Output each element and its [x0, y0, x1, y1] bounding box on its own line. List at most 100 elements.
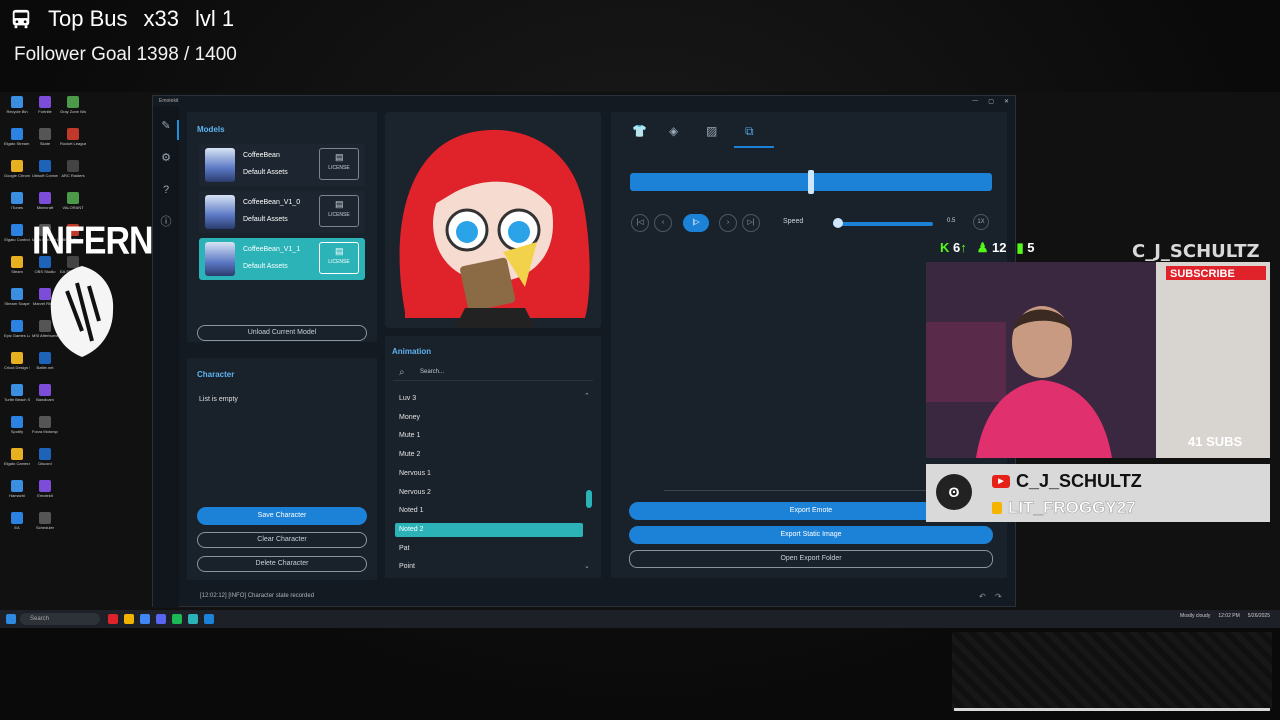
desktop-icon[interactable]	[60, 448, 86, 474]
animation-item[interactable]: Money	[395, 411, 583, 425]
scroll-down-icon[interactable]: ⌄	[584, 562, 590, 570]
animation-item[interactable]: Noted 1	[395, 504, 583, 518]
app-icon[interactable]	[108, 614, 118, 624]
skip-start-button[interactable]: |◁	[631, 214, 649, 232]
stream-frame: Top Bus x33 lvl 1 Follower Goal 1398 / 1…	[0, 0, 1280, 720]
desktop-icon[interactable]: Ubisoft Connect	[32, 160, 58, 186]
desktop-icon[interactable]	[60, 480, 86, 506]
open-export-folder-button[interactable]: Open Export Folder	[629, 550, 993, 568]
clock-time[interactable]: 12:02 PM	[1218, 613, 1239, 619]
desktop-icon[interactable]: VALORANT	[60, 192, 86, 218]
animation-title: Animation	[392, 347, 432, 356]
desktop-icon[interactable]: Epic Games Launcher	[4, 320, 30, 346]
unload-model-button[interactable]: Unload Current Model	[197, 325, 367, 341]
desktop-icon[interactable]: Discord	[32, 448, 58, 474]
edge-icon[interactable]	[204, 614, 214, 624]
desktop-icon[interactable]: Forza Motorsport	[32, 416, 58, 442]
chrome-icon[interactable]	[140, 614, 150, 624]
desktop-icon[interactable]: Minecraft	[32, 192, 58, 218]
desktop-icon[interactable]: Elgato Camera Hub	[4, 448, 30, 474]
desktop-icon[interactable]: EA	[4, 512, 30, 538]
model-card-coffeebean[interactable]: CoffeeBean Default Assets LICENSE	[199, 144, 365, 186]
animation-item[interactable]: Nervous 1	[395, 467, 583, 481]
search-input[interactable]: Search...	[420, 369, 444, 375]
gear-icon[interactable]: ⚙	[160, 152, 172, 164]
start-icon[interactable]	[6, 614, 16, 624]
animation-item[interactable]: Luv 3	[395, 392, 583, 406]
folder-icon[interactable]	[124, 614, 134, 624]
scroll-up-icon[interactable]: ⌃	[584, 392, 590, 400]
desktop-icon[interactable]: Emotekit	[32, 480, 58, 506]
desktop-icon[interactable]: Stream Scape	[4, 288, 30, 314]
next-frame-button[interactable]: ›	[719, 214, 737, 232]
animation-search[interactable]: ⌕ Search...	[393, 365, 593, 381]
desktop-icon-label: Discord	[38, 461, 52, 466]
desktop-icon[interactable]: Spotify	[4, 416, 30, 442]
hatch-icon[interactable]: ▨	[706, 124, 717, 138]
help-icon[interactable]: ?	[160, 184, 172, 196]
minimize-button[interactable]: —	[972, 98, 978, 105]
character-preview-image	[385, 112, 601, 328]
fill-icon[interactable]: ◈	[669, 124, 678, 138]
animation-item[interactable]: Nervous 2	[395, 486, 583, 500]
desktop-icon[interactable]: Bandicam	[32, 384, 58, 410]
edit-icon[interactable]: ✎	[160, 120, 172, 132]
taskbar-search[interactable]: Search	[20, 613, 100, 625]
desktop-icon[interactable]: Cricut Design Space	[4, 352, 30, 378]
model-card-coffeebean-v1-0[interactable]: CoffeeBean_V1_0 Default Assets LICENSE	[199, 191, 365, 233]
license-button[interactable]: LICENSE	[319, 148, 359, 180]
desktop-icon[interactable]: Elgato Control	[4, 224, 30, 250]
license-button[interactable]: LICENSE	[319, 242, 359, 274]
clear-character-button[interactable]: Clear Character	[197, 532, 367, 548]
desktop-icon[interactable]: Steam	[4, 256, 30, 282]
desktop-icon-label: Bandicam	[36, 397, 54, 402]
play-button[interactable]: |▷	[683, 214, 709, 232]
skip-end-button[interactable]: ▷|	[742, 214, 760, 232]
animation-item[interactable]: Noted 2	[395, 522, 583, 537]
prev-frame-button[interactable]: ‹	[654, 214, 672, 232]
desktop-icon[interactable]: Google Chrome	[4, 160, 30, 186]
desktop-icon[interactable]: iTunes	[4, 192, 30, 218]
desktop-icon[interactable]: Gray Zone Warfare	[60, 96, 86, 122]
desktop-icon[interactable]: Skate	[32, 128, 58, 154]
save-character-button[interactable]: Save Character	[197, 507, 367, 525]
info-icon[interactable]: ⓘ	[160, 216, 172, 228]
desktop-icon[interactable]: ARC Raiders	[60, 160, 86, 186]
desktop-icon[interactable]: Recycle Bin	[4, 96, 30, 122]
animation-item[interactable]: Pat	[395, 542, 583, 556]
emotekit-taskbar-icon[interactable]	[188, 614, 198, 624]
model-card-coffeebean-v1-1[interactable]: CoffeeBean_V1_1 Default Assets LICENSE	[199, 238, 365, 280]
undo-icon[interactable]: ↶	[979, 592, 986, 601]
app-icon	[39, 480, 51, 492]
animation-item[interactable]: Mute 2	[395, 448, 583, 462]
animation-item[interactable]: Mute 1	[395, 429, 583, 443]
spotify-icon[interactable]	[172, 614, 182, 624]
redo-icon[interactable]: ↷	[995, 592, 1002, 601]
speed-slider-knob[interactable]	[833, 218, 843, 228]
animation-scrollbar[interactable]	[586, 490, 592, 508]
speed-reset-button[interactable]: 1X	[973, 214, 989, 230]
close-button[interactable]: ✕	[1004, 98, 1009, 105]
desktop-icon[interactable]: Turtle Beach Swarm II	[4, 384, 30, 410]
maximize-button[interactable]: ▢	[988, 98, 994, 105]
desktop-icon[interactable]	[60, 512, 86, 538]
speed-slider[interactable]	[833, 222, 933, 226]
desktop-icon[interactable]: Hamachi	[4, 480, 30, 506]
timeline-knob[interactable]	[808, 170, 814, 194]
desktop-icon[interactable]: Elgato Stream Deck	[4, 128, 30, 154]
desktop-icon[interactable]: Scheduler	[32, 512, 58, 538]
layers-icon[interactable]: ⧉	[745, 124, 754, 139]
desktop-icon[interactable]: Rocket League	[60, 128, 86, 154]
desktop-icon[interactable]	[60, 416, 86, 442]
desktop-icon[interactable]: Fortnite	[32, 96, 58, 122]
top-bus-overlay: Top Bus x33 lvl 1	[10, 6, 234, 32]
shirt-icon[interactable]: 👕	[632, 124, 647, 138]
export-static-image-button[interactable]: Export Static Image	[629, 526, 993, 544]
license-button[interactable]: LICENSE	[319, 195, 359, 227]
desktop-icon[interactable]	[60, 384, 86, 410]
delete-character-button[interactable]: Delete Character	[197, 556, 367, 572]
clock-date[interactable]: 5/26/2025	[1248, 613, 1270, 619]
desktop-icon-label: ARC Raiders	[61, 173, 85, 178]
animation-item[interactable]: Point	[395, 560, 583, 574]
discord-icon[interactable]	[156, 614, 166, 624]
